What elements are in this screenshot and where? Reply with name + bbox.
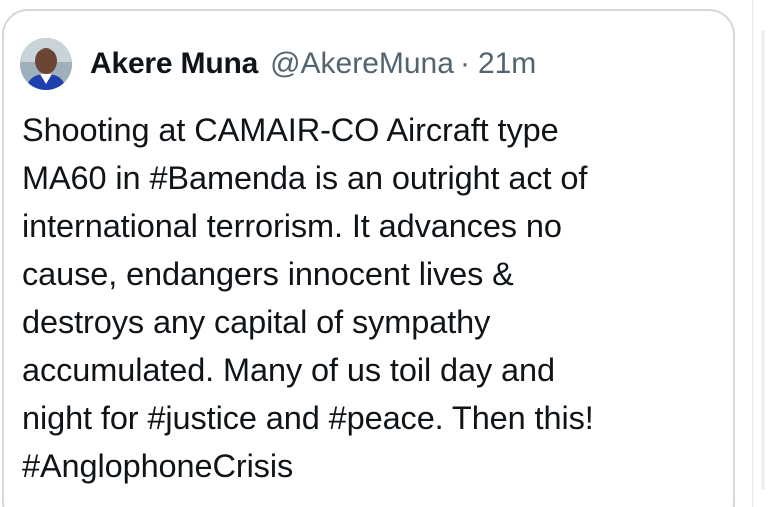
page-edge-strip <box>752 0 779 507</box>
tweet-text-line: accumulated. Many of us toil day and <box>22 352 555 388</box>
scrollbar[interactable] <box>761 30 765 490</box>
tweet-text: Shooting at CAMAIR-CO Aircraft type MA60… <box>22 106 727 490</box>
hashtag-line[interactable]: #AnglophoneCrisis <box>22 442 727 490</box>
tweet-text-line: MA60 in #Bamenda is an outright act of <box>22 160 588 196</box>
tweet-text-line: night for #justice and #peace. Then this… <box>22 400 594 436</box>
user-avatar-photo-icon <box>20 38 72 90</box>
tweet-text-line: cause, endangers innocent lives & <box>22 256 514 292</box>
tweet-timestamp[interactable]: 21m <box>478 47 536 81</box>
author-display-name[interactable]: Akere Muna <box>90 47 258 81</box>
tweet-text-line: destroys any capital of sympathy <box>22 304 491 340</box>
screenshot-canvas: Akere Muna @AkereMuna · 21m Shooting at … <box>0 0 779 507</box>
tweet-text-line: international terrorism. It advances no <box>22 208 562 244</box>
header-separator: · <box>459 47 470 80</box>
author-handle[interactable]: @AkereMuna <box>270 47 454 81</box>
tweet-text-line: Shooting at CAMAIR-CO Aircraft type <box>22 112 559 148</box>
author-avatar[interactable] <box>20 38 72 90</box>
tweet-header: Akere Muna @AkereMuna · 21m <box>20 37 536 91</box>
